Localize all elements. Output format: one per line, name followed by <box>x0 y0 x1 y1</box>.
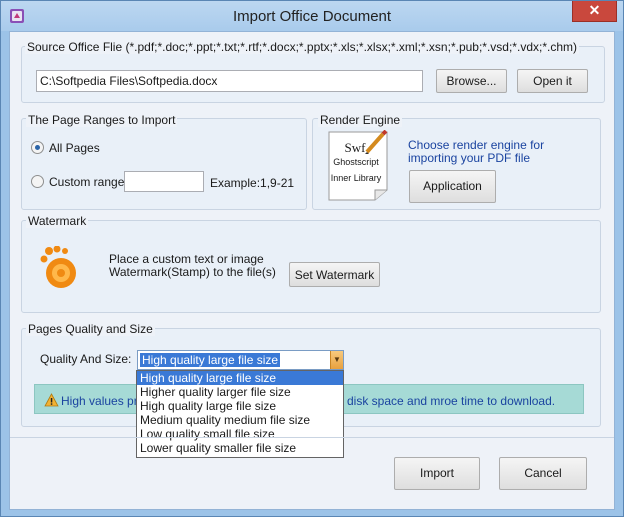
watermark-icon <box>40 245 78 290</box>
quality-option[interactable]: Higher quality larger file size <box>137 385 343 399</box>
window-title: Import Office Document <box>232 8 392 25</box>
source-path-field[interactable] <box>36 70 423 92</box>
application-button[interactable]: Application <box>409 170 496 203</box>
chevron-down-icon[interactable]: ▼ <box>330 351 343 369</box>
page-ranges-group <box>21 118 307 210</box>
quality-group-title: Pages Quality and Size <box>26 322 155 336</box>
browse-button[interactable]: Browse... <box>436 69 507 93</box>
quality-select[interactable]: High quality large file size ▼ <box>137 350 344 370</box>
set-watermark-button[interactable]: Set Watermark <box>289 262 380 287</box>
quality-dropdown-list[interactable]: High quality large file size Higher qual… <box>136 370 344 458</box>
quality-warning-text-left: High values pro <box>61 394 145 408</box>
quality-select-value: High quality large file size <box>140 353 281 367</box>
watermark-description-line1: Place a custom text or image <box>109 252 264 266</box>
render-card-ghostscript: Ghostscript <box>333 157 379 167</box>
custom-range-radio[interactable] <box>31 175 44 188</box>
import-office-document-window: Import Office Document ✕ Source Office F… <box>0 0 624 517</box>
custom-range-label[interactable]: Custom range: <box>49 175 128 189</box>
watermark-description-line2: Watermark(Stamp) to the file(s) <box>109 265 276 279</box>
import-button[interactable]: Import <box>394 457 480 490</box>
quality-option[interactable]: Low quality small file size <box>137 427 343 441</box>
quality-label: Quality And Size: <box>40 352 132 366</box>
render-description-line2: importing your PDF file <box>408 151 531 165</box>
render-card-swf: Swf <box>344 140 366 155</box>
close-button[interactable]: ✕ <box>572 1 617 22</box>
render-description-line1: Choose render engine for <box>408 138 545 152</box>
open-it-button[interactable]: Open it <box>517 69 588 93</box>
quality-warning-text-right: disk space and mroe time to download. <box>347 394 556 408</box>
button-area-divider <box>10 437 614 438</box>
render-card-inner-library: Inner Library <box>330 173 382 183</box>
custom-range-example: Example:1,9-21 <box>210 176 295 190</box>
warning-icon <box>44 393 59 407</box>
quality-option[interactable]: Lower quality smaller file size <box>137 441 343 455</box>
title-bar[interactable]: Import Office Document ✕ <box>1 1 623 31</box>
watermark-group-title: Watermark <box>26 214 89 228</box>
all-pages-radio[interactable] <box>31 141 44 154</box>
page-ranges-group-title: The Page Ranges to Import <box>26 113 178 127</box>
render-engine-group-title: Render Engine <box>318 113 403 127</box>
custom-range-input[interactable] <box>124 171 204 192</box>
all-pages-label[interactable]: All Pages <box>49 141 100 155</box>
quality-option[interactable]: High quality large file size <box>137 399 343 413</box>
dialog-body: Source Office Flie (*.pdf;*.doc;*.ppt;*.… <box>9 31 615 510</box>
render-engine-card[interactable]: Swf Ghostscript Inner Library <box>327 130 389 202</box>
source-file-group-title: Source Office Flie (*.pdf;*.doc;*.ppt;*.… <box>25 40 579 54</box>
quality-option[interactable]: Medium quality medium file size <box>137 413 343 427</box>
close-icon: ✕ <box>588 2 601 18</box>
cancel-button[interactable]: Cancel <box>499 457 587 490</box>
quality-option[interactable]: High quality large file size <box>137 371 343 385</box>
